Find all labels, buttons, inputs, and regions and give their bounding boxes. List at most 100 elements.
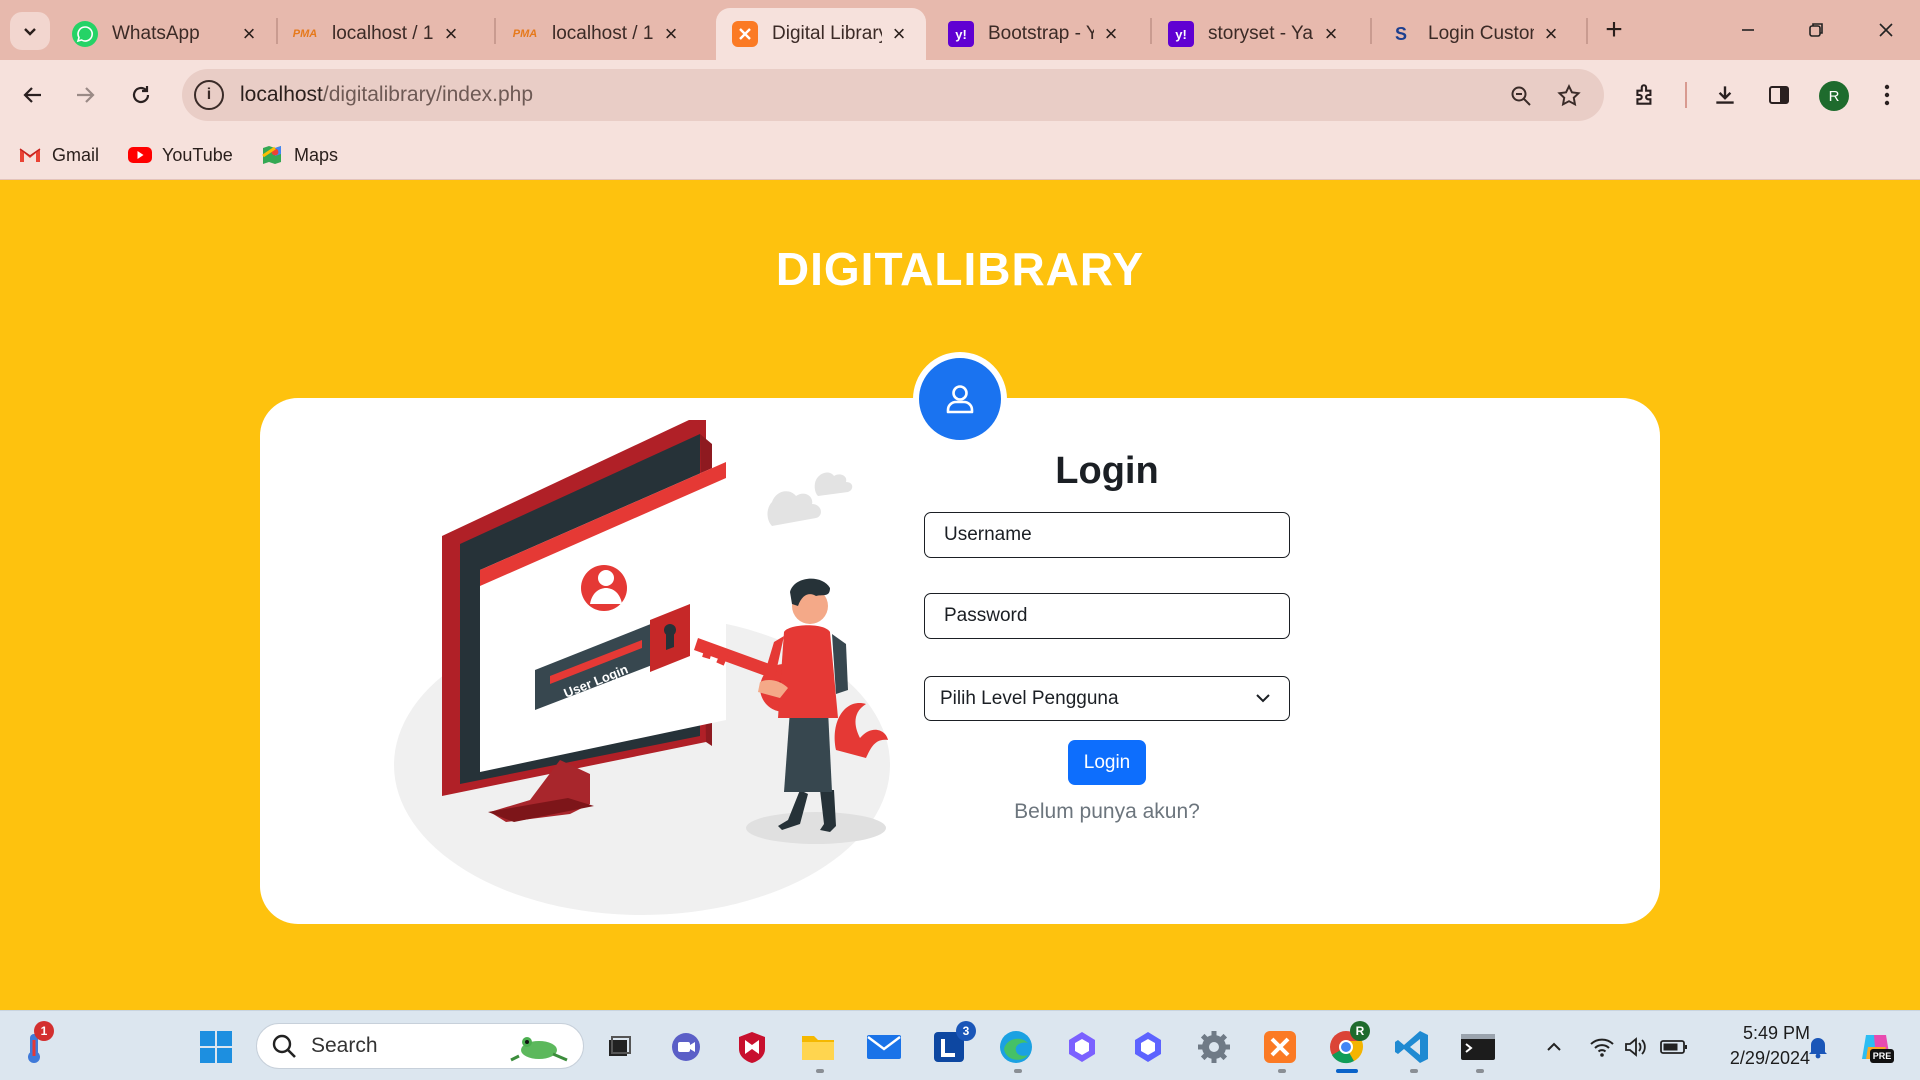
new-tab-button[interactable]: + — [1598, 13, 1630, 46]
bookmark-maps[interactable]: Maps — [260, 140, 338, 170]
tab-storyset-yahoo[interactable]: y! storyset - Yahoo × — [1152, 8, 1358, 60]
notification-bell-icon[interactable] — [1804, 1033, 1832, 1061]
close-icon[interactable]: × — [888, 21, 910, 46]
url-path: /digitalibrary/index.php — [322, 83, 534, 106]
start-button[interactable] — [196, 1027, 236, 1067]
bookmark-gmail[interactable]: Gmail — [18, 140, 99, 170]
copilot-button-2[interactable] — [1128, 1027, 1168, 1067]
back-button[interactable] — [12, 74, 54, 116]
zoom-icon[interactable] — [1506, 81, 1536, 111]
whatsapp-icon — [72, 21, 98, 47]
login-illustration: User Login — [394, 420, 890, 915]
close-icon[interactable]: × — [1320, 21, 1342, 46]
edge-button[interactable] — [996, 1027, 1036, 1067]
running-indicator — [1278, 1069, 1286, 1073]
user-level-select[interactable]: Pilih Level Pengguna — [924, 676, 1290, 721]
tab-digital-library[interactable]: Digital Library × — [716, 8, 926, 60]
clock-time: 5:49 PM — [1742, 1023, 1810, 1043]
extensions-icon[interactable] — [1628, 78, 1662, 112]
close-icon[interactable]: × — [1540, 21, 1562, 46]
login-title: Login — [1055, 450, 1159, 492]
yahoo-icon: y! — [948, 21, 974, 47]
site-info-icon[interactable]: i — [194, 80, 224, 110]
person-shadow — [746, 812, 886, 844]
url-host: localhost — [240, 83, 323, 106]
frog-highlight-icon — [510, 1037, 568, 1062]
tab-label: localhost / 127 — [552, 23, 654, 44]
bookmark-youtube[interactable]: YouTube — [128, 140, 233, 170]
copilot-preview-button[interactable]: PRE — [1856, 1027, 1896, 1067]
gear-icon — [1198, 1031, 1230, 1063]
file-explorer-button[interactable] — [798, 1027, 838, 1067]
close-icon[interactable]: × — [1100, 21, 1122, 46]
address-bar[interactable]: i localhost/digitalibrary/index.php — [182, 69, 1604, 121]
kebab-menu-icon[interactable] — [1870, 78, 1904, 112]
copilot-button[interactable] — [1062, 1027, 1102, 1067]
windows-taskbar: 1 Search 3 R 5:49 PM 2/29/2024 PRE — [0, 1010, 1920, 1080]
maps-icon — [260, 145, 284, 165]
profile-avatar[interactable]: R — [1819, 81, 1849, 111]
storyset-icon: S — [1394, 23, 1407, 44]
close-window-button[interactable] — [1856, 10, 1916, 50]
mcafee-button[interactable] — [732, 1027, 772, 1067]
register-link[interactable]: Belum punya akun? — [924, 800, 1290, 824]
xampp-button[interactable] — [1260, 1027, 1300, 1067]
arrow-right-icon — [77, 87, 95, 103]
battery-icon[interactable] — [1660, 1033, 1688, 1061]
restore-button[interactable] — [1786, 10, 1846, 50]
vscode-button[interactable] — [1392, 1027, 1432, 1067]
minimize-icon — [1742, 29, 1754, 31]
reload-button[interactable] — [120, 74, 162, 116]
tab-whatsapp[interactable]: WhatsApp × — [56, 8, 276, 60]
system-clock[interactable]: 5:49 PM 2/29/2024 — [1706, 1021, 1810, 1071]
taskbar-search-label: Search — [311, 1034, 378, 1057]
task-view-button[interactable] — [598, 1027, 638, 1067]
phpmyadmin-icon: PMA — [512, 28, 538, 40]
bookmark-label: YouTube — [162, 144, 233, 165]
tab-login-custom[interactable]: S Login Custom × — [1372, 8, 1578, 60]
show-hidden-icons-button[interactable] — [1540, 1033, 1568, 1061]
mail-button[interactable] — [864, 1027, 904, 1067]
tab-bootstrap-yahoo[interactable]: y! Bootstrap - Yahoo × — [932, 8, 1138, 60]
folder-icon — [802, 1036, 834, 1060]
forward-button[interactable] — [64, 74, 106, 116]
lens-app-button[interactable]: 3 — [930, 1021, 976, 1067]
settings-button[interactable] — [1194, 1027, 1234, 1067]
volume-icon[interactable] — [1622, 1033, 1650, 1061]
hex-app-icon — [1069, 1032, 1095, 1062]
xampp-icon — [732, 21, 758, 47]
close-icon[interactable]: × — [238, 21, 260, 46]
task-view-icon — [609, 1036, 631, 1056]
cloud-icon — [767, 491, 821, 526]
tab-search-button[interactable] — [10, 12, 50, 50]
teams-chat-button[interactable] — [666, 1027, 706, 1067]
login-button[interactable]: Login — [1068, 740, 1146, 785]
wifi-icon[interactable] — [1588, 1033, 1616, 1061]
side-panel-icon[interactable] — [1762, 78, 1796, 112]
chevron-down-icon — [1256, 694, 1270, 703]
terminal-button[interactable] — [1458, 1027, 1498, 1067]
close-icon — [1879, 23, 1893, 37]
reload-icon — [132, 86, 150, 104]
chrome-button[interactable]: R — [1326, 1021, 1370, 1067]
username-input[interactable] — [924, 512, 1290, 558]
tab-localhost-2[interactable]: PMA localhost / 127 × — [496, 8, 698, 60]
user-icon — [946, 385, 974, 414]
bookmark-star-icon[interactable] — [1554, 81, 1584, 111]
running-indicator — [1410, 1069, 1418, 1073]
password-input[interactable] — [924, 593, 1290, 639]
tab-localhost-1[interactable]: PMA localhost / 127 × — [276, 8, 478, 60]
close-icon[interactable]: × — [440, 21, 462, 46]
yahoo-icon: y! — [1168, 21, 1194, 47]
minimize-button[interactable] — [1718, 10, 1778, 50]
youtube-icon — [128, 145, 152, 165]
clock-date: 2/29/2024 — [1729, 1048, 1810, 1068]
download-icon[interactable] — [1708, 78, 1742, 112]
weather-widget[interactable]: 1 — [14, 1021, 54, 1067]
windows-icon — [200, 1031, 232, 1063]
close-icon[interactable]: × — [660, 21, 682, 46]
mcafee-icon — [739, 1032, 765, 1063]
taskbar-search-box[interactable]: Search — [256, 1023, 584, 1069]
notification-badge: 3 — [956, 1021, 976, 1041]
hex-app-icon — [1135, 1032, 1161, 1062]
